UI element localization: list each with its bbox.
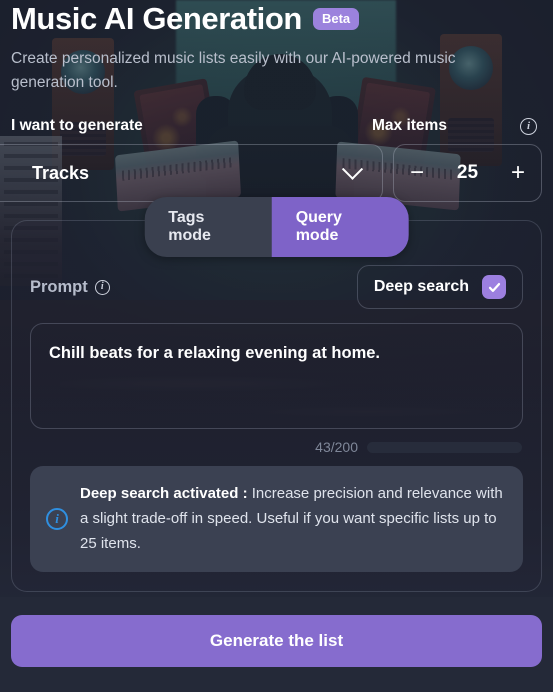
callout-title: Deep search activated : xyxy=(80,485,248,502)
page-title: Music AI Generation xyxy=(11,1,302,36)
info-icon[interactable]: i xyxy=(94,279,110,295)
tab-query-mode[interactable]: Query mode xyxy=(271,197,409,257)
deep-search-toggle[interactable]: Deep search xyxy=(356,265,523,309)
info-icon[interactable]: i xyxy=(520,117,537,135)
decrement-button[interactable]: − xyxy=(394,145,440,201)
generate-type-value: Tracks xyxy=(32,162,90,183)
prompt-label: Prompt xyxy=(30,277,88,296)
prompt-input[interactable]: Chill beats for a relaxing evening at ho… xyxy=(30,323,523,429)
music-ai-generation-screen: Music AI Generation Beta Create personal… xyxy=(0,0,553,692)
check-icon xyxy=(488,282,500,292)
tab-tags-mode[interactable]: Tags mode xyxy=(144,197,271,257)
generate-list-button[interactable]: Generate the list xyxy=(11,615,542,667)
deep-search-checkbox[interactable] xyxy=(482,275,506,299)
prompt-card: Tags mode Query mode Prompt i Deep searc… xyxy=(11,197,542,592)
character-progress-bar xyxy=(367,441,522,453)
character-counter: 43/200 xyxy=(315,439,358,455)
increment-button[interactable]: + xyxy=(495,145,541,201)
mode-toggle: Tags mode Query mode xyxy=(144,197,409,257)
callout-text: Deep search activated : Increase precisi… xyxy=(80,481,505,556)
footer-bar: Generate the list xyxy=(0,597,553,692)
main-content: Music AI Generation Beta Create personal… xyxy=(0,0,553,592)
chevron-down-icon[interactable] xyxy=(341,158,364,180)
field-label-row: I want to generate Max items i xyxy=(11,117,542,135)
controls-row: Tracks − 25 + xyxy=(0,144,542,202)
max-items-label-group: Max items i xyxy=(372,117,542,135)
max-items-stepper[interactable]: − 25 + xyxy=(393,144,542,202)
info-circle-icon: i xyxy=(46,507,68,530)
deep-search-label: Deep search xyxy=(373,278,469,295)
deep-search-callout: i Deep search activated : Increase preci… xyxy=(30,466,523,572)
prompt-counter-row: 43/200 xyxy=(30,439,523,455)
generate-type-select[interactable]: Tracks xyxy=(0,144,383,202)
page-subtitle: Create personalized music lists easily w… xyxy=(11,50,456,91)
max-items-label: Max items xyxy=(372,117,447,134)
page-header: Music AI Generation Beta xyxy=(11,0,542,37)
prompt-label-group: Prompt i xyxy=(30,278,110,297)
max-items-value[interactable]: 25 xyxy=(440,162,495,184)
beta-badge: Beta xyxy=(312,8,360,30)
prompt-header-row: Prompt i Deep search xyxy=(30,265,523,309)
generate-field-label: I want to generate xyxy=(11,117,143,134)
